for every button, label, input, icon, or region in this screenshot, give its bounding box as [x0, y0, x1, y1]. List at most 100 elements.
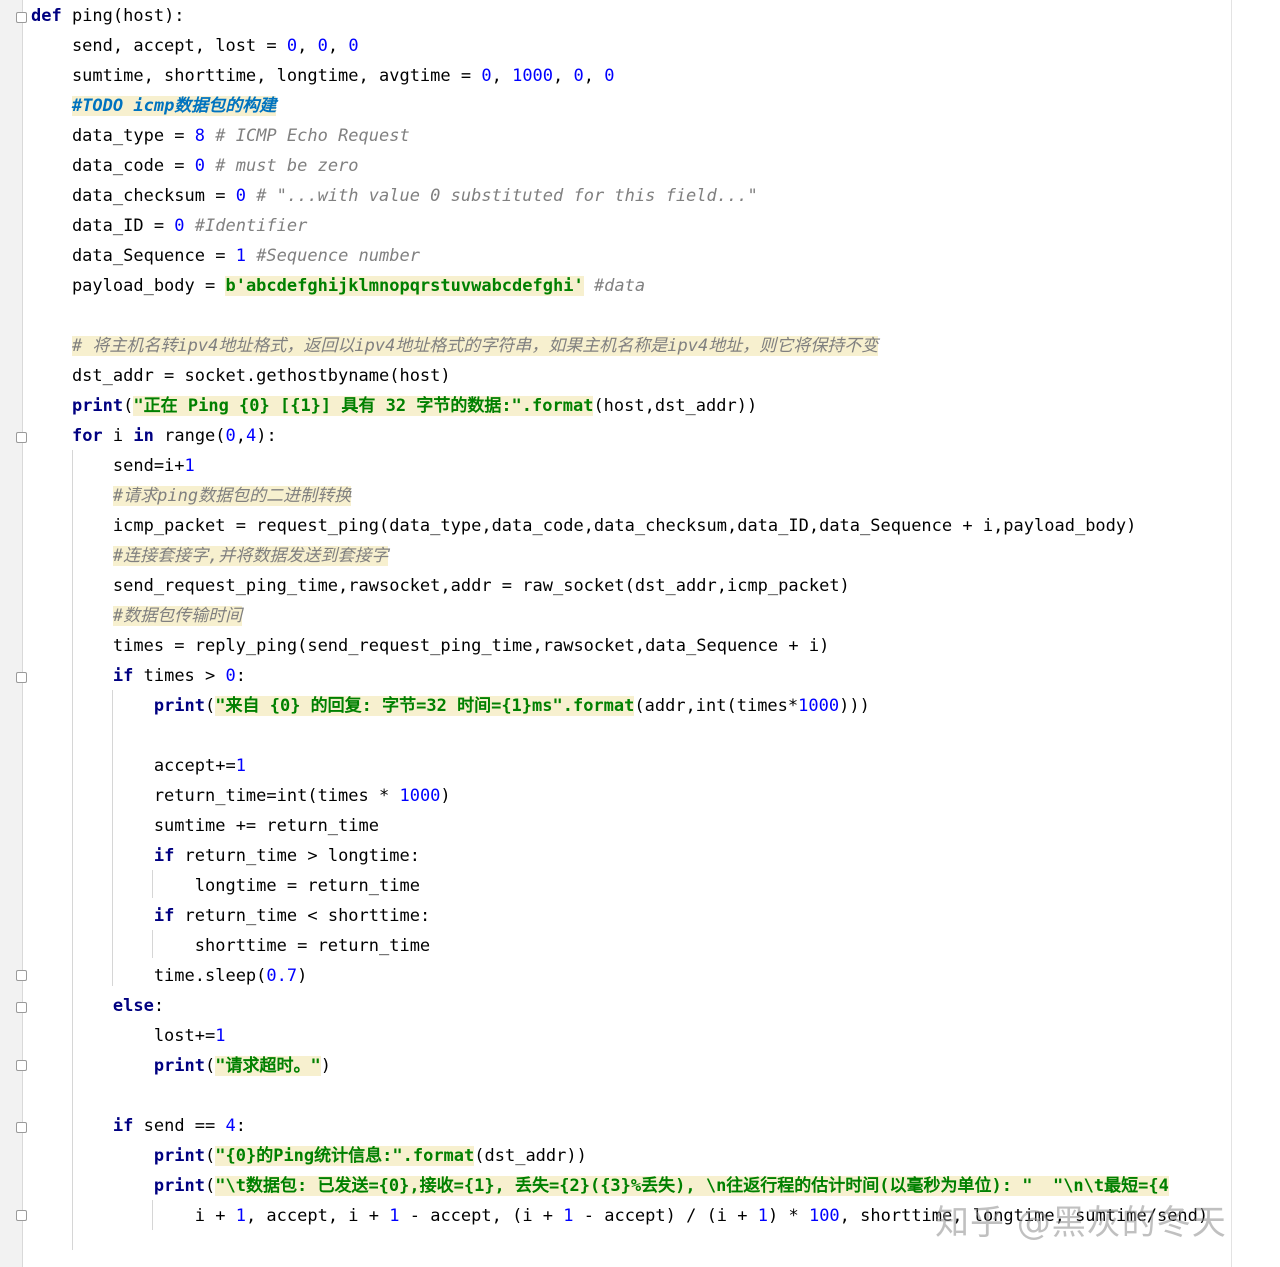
code-token: 0 [225, 426, 236, 446]
code-token: ))) [839, 696, 870, 716]
code-token: "\t数据包: 已发送={0},接收={1}, 丢失={2}({3}%丢失), … [215, 1176, 1169, 1196]
code-token: , [327, 36, 349, 56]
fold-toggle-icon[interactable] [16, 432, 27, 443]
code-editor[interactable]: def ping(host): send, accept, lost = 0, … [31, 1, 1280, 1231]
code-line[interactable]: data_checksum = 0 # "...with value 0 sub… [31, 181, 1280, 211]
code-token: #TODO icmp数据包的构建 [71, 96, 277, 116]
code-line[interactable]: #TODO icmp数据包的构建 [31, 91, 1280, 121]
code-line[interactable]: icmp_packet = request_ping(data_type,dat… [31, 511, 1280, 541]
fold-toggle-icon[interactable] [16, 1060, 27, 1071]
code-token: print [153, 1146, 206, 1166]
code-line[interactable] [31, 1081, 1280, 1111]
fold-toggle-icon[interactable] [16, 970, 27, 981]
code-line[interactable]: #连接套接字,并将数据发送到套接字 [31, 541, 1280, 571]
code-token: i [102, 426, 134, 446]
code-line[interactable]: print("来自 {0} 的回复: 字节=32 时间={1}ms".forma… [31, 691, 1280, 721]
code-token: 1 [235, 246, 246, 266]
code-line[interactable]: if return_time < shorttime: [31, 901, 1280, 931]
code-token: sumtime += return_time [31, 816, 379, 836]
fold-toggle-icon[interactable] [16, 12, 27, 23]
code-line[interactable]: accept+=1 [31, 751, 1280, 781]
code-token: 1 [563, 1206, 574, 1226]
code-line[interactable]: if return_time > longtime: [31, 841, 1280, 871]
code-line[interactable]: if send == 4: [31, 1111, 1280, 1141]
code-token: if [112, 1116, 134, 1136]
code-token: 0 [235, 186, 246, 206]
code-line[interactable]: sumtime, shorttime, longtime, avgtime = … [31, 61, 1280, 91]
code-line[interactable]: if times > 0: [31, 661, 1280, 691]
code-line[interactable]: data_type = 8 # ICMP Echo Request [31, 121, 1280, 151]
code-line[interactable]: dst_addr = socket.gethostbyname(host) [31, 361, 1280, 391]
fold-toggle-icon[interactable] [16, 672, 27, 683]
code-token: 8 [194, 126, 206, 146]
code-token: 1000 [798, 696, 840, 716]
code-token: icmp_packet = request_ping(data_type,dat… [31, 516, 1137, 536]
code-line[interactable]: return_time=int(times * 1000) [31, 781, 1280, 811]
code-token: 1000 [512, 66, 554, 86]
code-line[interactable]: time.sleep(0.7) [31, 961, 1280, 991]
code-line[interactable]: sumtime += return_time [31, 811, 1280, 841]
watermark: 知乎 @黑灰的冬天 [935, 1203, 1227, 1243]
code-token: - accept, (i + [399, 1206, 564, 1226]
code-line[interactable]: send=i+1 [31, 451, 1280, 481]
code-token: 0 [225, 666, 236, 686]
editor-gutter [0, 0, 23, 1267]
code-token: 1 [757, 1206, 768, 1226]
fold-toggle-icon[interactable] [16, 1122, 27, 1133]
fold-toggle-icon[interactable] [16, 1002, 27, 1013]
code-token: ( [205, 1146, 216, 1166]
code-line[interactable]: #数据包传输时间 [31, 601, 1280, 631]
code-token: in [133, 426, 154, 446]
code-line[interactable]: #请求ping数据包的二进制转换 [31, 481, 1280, 511]
code-line[interactable]: print("请求超时。") [31, 1051, 1280, 1081]
code-token: data_checksum = [31, 186, 236, 206]
code-token: "正在 Ping {0} [{1}] 具有 32 字节的数据:".format [133, 396, 594, 416]
code-token: print [153, 696, 206, 716]
code-token: ) * [768, 1206, 809, 1226]
code-token: "来自 {0} 的回复: 字节=32 时间={1}ms".format [215, 696, 635, 716]
code-line[interactable]: times = reply_ping(send_request_ping_tim… [31, 631, 1280, 661]
code-token: 0.7 [266, 966, 298, 986]
code-token: shorttime = return_time [31, 936, 431, 956]
code-line[interactable]: payload_body = b'abcdefghijklmnopqrstuvw… [31, 271, 1280, 301]
code-line[interactable]: for i in range(0,4): [31, 421, 1280, 451]
code-token: data_Sequence = [31, 246, 236, 266]
code-line[interactable] [31, 721, 1280, 751]
code-token: i + [31, 1206, 236, 1226]
fold-toggle-icon[interactable] [16, 1210, 27, 1221]
code-token: (host,dst_addr)) [593, 396, 758, 416]
code-line[interactable]: # 将主机名转ipv4地址格式，返回以ipv4地址格式的字符串，如果主机名称是i… [31, 331, 1280, 361]
code-line[interactable]: send_request_ping_time,rawsocket,addr = … [31, 571, 1280, 601]
code-line[interactable]: else: [31, 991, 1280, 1021]
code-line[interactable]: print("{0}的Ping统计信息:".format(dst_addr)) [31, 1141, 1280, 1171]
code-token: 0 [348, 36, 359, 56]
code-line[interactable]: data_ID = 0 #Identifier [31, 211, 1280, 241]
code-token: ping(host): [61, 6, 185, 26]
code-token: return_time=int(times * [31, 786, 400, 806]
code-token: data_type = [31, 126, 195, 146]
code-line[interactable]: shorttime = return_time [31, 931, 1280, 961]
code-line[interactable]: longtime = return_time [31, 871, 1280, 901]
code-line[interactable] [31, 301, 1280, 331]
code-token: send=i+ [31, 456, 185, 476]
code-token: #连接套接字,并将数据发送到套接字 [112, 546, 389, 566]
code-token: dst_addr = socket.gethostbyname(host) [31, 366, 451, 386]
code-token: #Identifier [184, 216, 308, 236]
code-token: # 将主机名转ipv4地址格式，返回以ipv4地址格式的字符串，如果主机名称是i… [71, 336, 879, 356]
code-line[interactable]: send, accept, lost = 0, 0, 0 [31, 31, 1280, 61]
code-line[interactable]: data_code = 0 # must be zero [31, 151, 1280, 181]
code-line[interactable]: def ping(host): [31, 1, 1280, 31]
code-line[interactable]: lost+=1 [31, 1021, 1280, 1051]
code-line[interactable]: print("正在 Ping {0} [{1}] 具有 32 字节的数据:".f… [31, 391, 1280, 421]
code-line[interactable]: data_Sequence = 1 #Sequence number [31, 241, 1280, 271]
